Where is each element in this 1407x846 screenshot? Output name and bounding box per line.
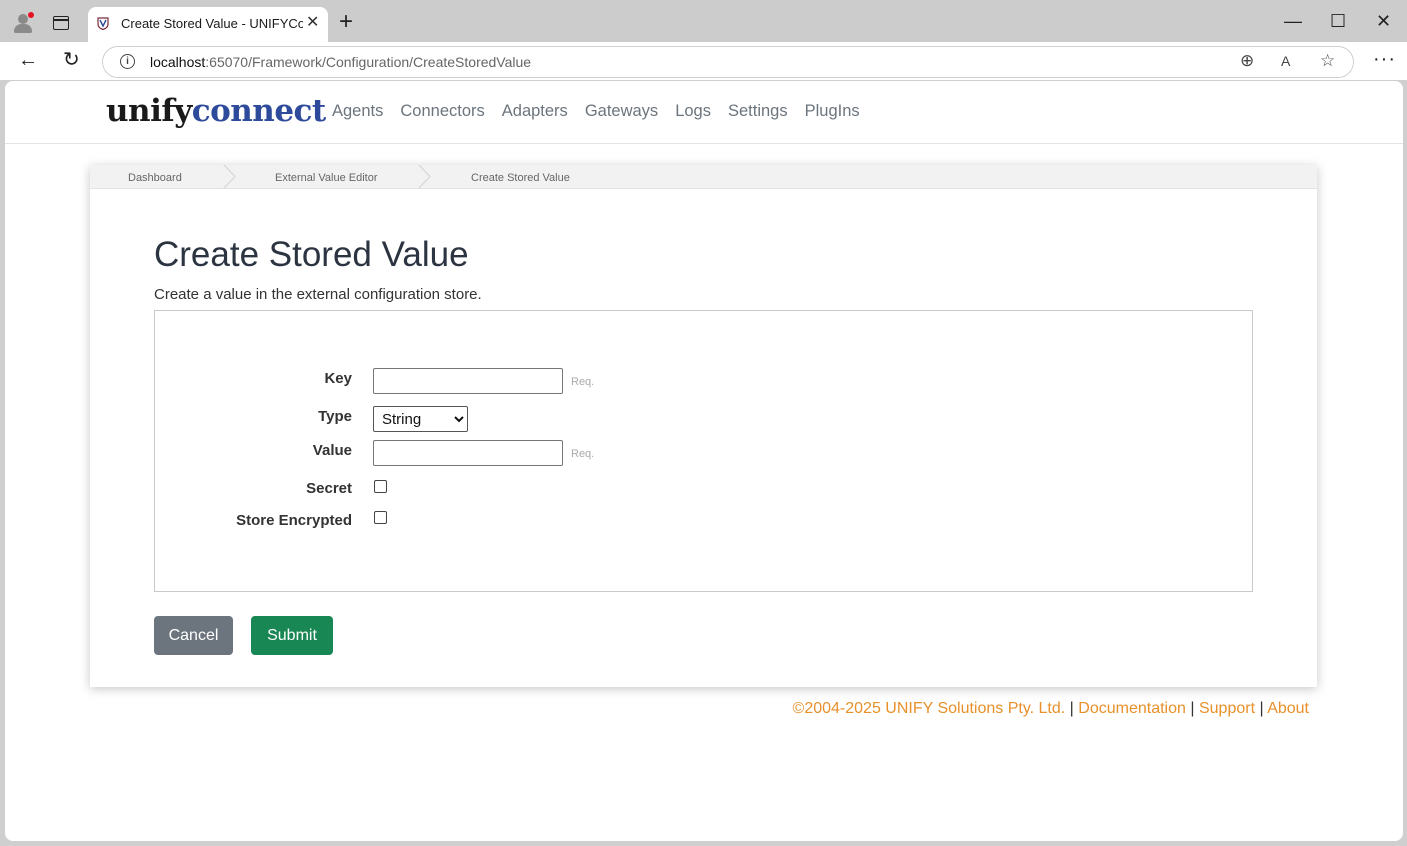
browser-tab[interactable]: Create Stored Value - UNIFYConnect ✕ <box>88 7 328 42</box>
more-menu-icon[interactable]: ··· <box>1373 48 1396 71</box>
breadcrumb-separator-icon <box>418 165 431 188</box>
key-input[interactable] <box>373 368 563 394</box>
close-tab-icon[interactable]: ✕ <box>306 14 319 32</box>
browser-window: Create Stored Value - UNIFYConnect ✕ + —… <box>0 0 1407 846</box>
site-favicon-icon <box>97 17 109 30</box>
nav-logs[interactable]: Logs <box>675 101 711 121</box>
stored-value-form: Key Req. Type String Value Req. Secret S… <box>154 310 1253 592</box>
store-encrypted-checkbox[interactable] <box>374 511 387 524</box>
key-label: Key <box>324 370 352 387</box>
nav-agents[interactable]: Agents <box>332 101 383 121</box>
site-info-icon[interactable]: i <box>120 54 135 69</box>
nav-plugins[interactable]: PlugIns <box>805 101 860 121</box>
tab-title: Create Stored Value - UNIFYConnect <box>121 16 303 31</box>
address-bar[interactable]: i localhost:65070/Framework/Configuratio… <box>102 46 1354 78</box>
maximize-icon[interactable]: ☐ <box>1330 10 1346 32</box>
footer-separator: | <box>1259 700 1264 717</box>
footer-separator: | <box>1069 700 1074 717</box>
secret-checkbox[interactable] <box>374 480 387 493</box>
page-viewport: unifyconnect Agents Connectors Adapters … <box>5 81 1403 841</box>
profile-icon[interactable] <box>12 12 34 34</box>
breadcrumb-separator-icon <box>223 165 236 188</box>
breadcrumb-external-value-editor[interactable]: External Value Editor <box>275 172 378 184</box>
nav-gateways[interactable]: Gateways <box>585 101 658 121</box>
url-text: localhost:65070/Framework/Configuration/… <box>150 54 532 70</box>
unifyconnect-logo[interactable]: unifyconnect <box>106 91 326 131</box>
reload-icon[interactable]: ↻ <box>63 49 80 71</box>
nav-adapters[interactable]: Adapters <box>502 101 568 121</box>
breadcrumb-dashboard[interactable]: Dashboard <box>128 172 182 184</box>
page-footer: ©2004-2025 UNIFY Solutions Pty. Ltd. | D… <box>793 700 1309 718</box>
page-subtitle: Create a value in the external configura… <box>154 286 482 303</box>
value-required-hint: Req. <box>571 448 595 460</box>
value-label: Value <box>312 442 352 459</box>
tab-strip: Create Stored Value - UNIFYConnect ✕ + —… <box>0 0 1407 42</box>
cancel-button[interactable]: Cancel <box>154 616 233 655</box>
site-header: unifyconnect Agents Connectors Adapters … <box>5 81 1403 144</box>
nav-settings[interactable]: Settings <box>728 101 788 121</box>
submit-button[interactable]: Submit <box>251 616 333 655</box>
favorite-star-icon[interactable]: ☆ <box>1320 51 1335 71</box>
about-link[interactable]: About <box>1267 700 1309 717</box>
close-window-icon[interactable]: ✕ <box>1376 10 1391 32</box>
back-icon[interactable]: ← <box>18 49 38 71</box>
zoom-icon[interactable]: ⊕ <box>1240 51 1254 71</box>
type-label: Type <box>318 408 352 425</box>
breadcrumb: Dashboard External Value Editor Create S… <box>90 165 1317 189</box>
documentation-link[interactable]: Documentation <box>1078 700 1186 717</box>
support-link[interactable]: Support <box>1199 700 1255 717</box>
minimize-icon[interactable]: — <box>1284 10 1302 32</box>
secret-label: Secret <box>306 480 352 497</box>
value-input[interactable] <box>373 440 563 466</box>
browser-toolbar: ← ↻ i localhost:65070/Framework/Configur… <box>0 42 1407 80</box>
tab-actions-icon[interactable] <box>53 16 69 30</box>
nav-connectors[interactable]: Connectors <box>400 101 484 121</box>
read-aloud-icon[interactable]: A <box>1281 53 1290 69</box>
content-card: Dashboard External Value Editor Create S… <box>90 165 1317 687</box>
copyright-text: ©2004-2025 UNIFY Solutions Pty. Ltd. <box>792 700 1066 717</box>
breadcrumb-create-stored-value: Create Stored Value <box>471 172 570 184</box>
new-tab-icon[interactable]: + <box>339 10 353 34</box>
footer-separator: | <box>1190 700 1195 717</box>
type-select[interactable]: String <box>373 406 468 432</box>
page-title: Create Stored Value <box>154 235 469 274</box>
main-nav: Agents Connectors Adapters Gateways Logs… <box>332 101 877 121</box>
key-required-hint: Req. <box>571 376 595 388</box>
store-encrypted-label: Store Encrypted <box>236 512 352 529</box>
